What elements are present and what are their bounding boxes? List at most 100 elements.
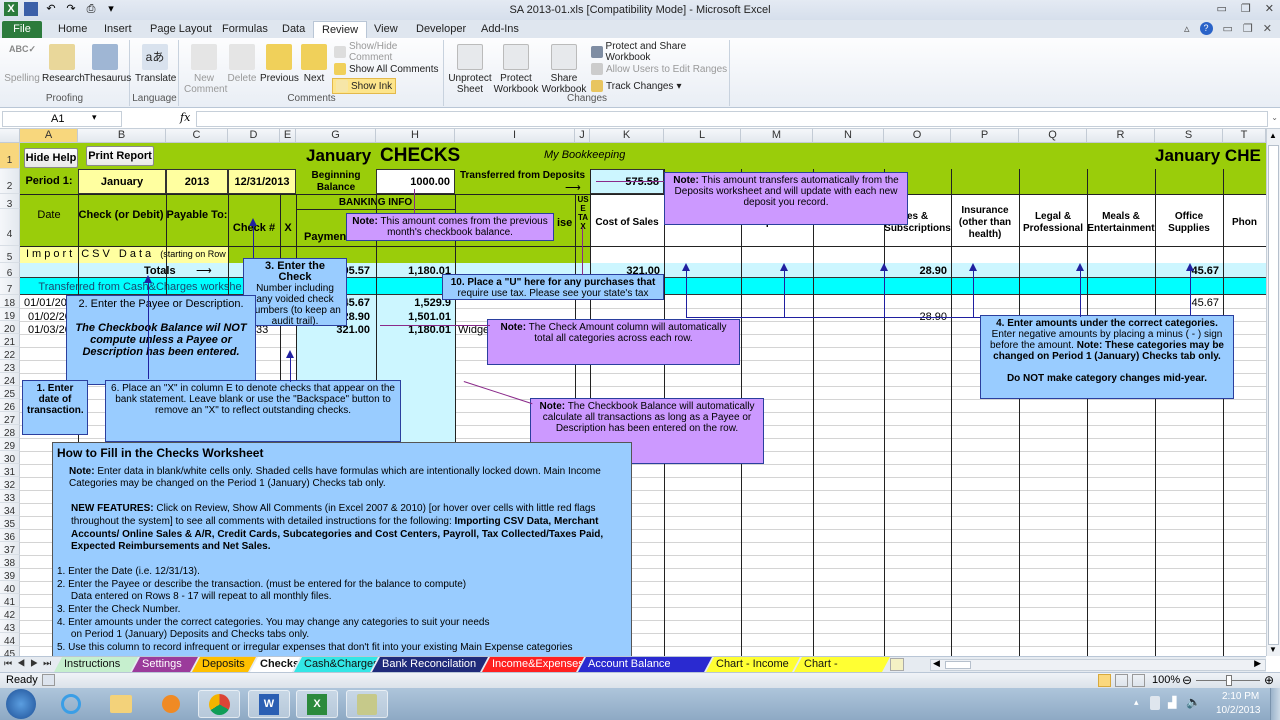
minimize-ribbon-icon[interactable]: ▵ (1184, 22, 1190, 35)
media-player-icon[interactable] (150, 690, 192, 718)
row-header[interactable]: 1 (0, 143, 20, 169)
tab-home[interactable]: Home (50, 21, 95, 38)
col-header-l[interactable]: L (664, 129, 741, 143)
row-header[interactable]: 32 (0, 477, 20, 491)
horizontal-scroll-thumb[interactable] (945, 661, 971, 669)
row-header[interactable]: 35 (0, 516, 20, 530)
row-header[interactable]: 6 (0, 263, 20, 279)
tab-formulas[interactable]: Formulas (214, 21, 276, 38)
row-header[interactable]: 36 (0, 529, 20, 543)
sheet-tab[interactable]: Account Balance Tracker (578, 657, 712, 672)
row-header[interactable]: 4 (0, 209, 20, 246)
zoom-slider-thumb[interactable] (1226, 675, 1232, 686)
col-header-m[interactable]: M (741, 129, 813, 143)
formula-input[interactable] (196, 111, 1268, 127)
row-header[interactable]: 44 (0, 633, 20, 647)
row-header[interactable]: 24 (0, 373, 20, 387)
minimize-icon[interactable]: ▭ (1217, 2, 1227, 15)
workbook-minimize-icon[interactable]: ▭ (1223, 22, 1233, 35)
share-workbook-button[interactable]: Share Workbook (541, 44, 587, 95)
close-icon[interactable]: ✕ (1265, 2, 1274, 15)
translate-button[interactable]: aあ Translate (135, 44, 176, 84)
show-desktop-button[interactable] (1270, 688, 1280, 720)
scroll-up-icon[interactable]: ▲ (1269, 131, 1277, 140)
col-header-g[interactable]: G (296, 129, 376, 143)
row-header[interactable]: 7 (0, 278, 20, 295)
sheet-nav-buttons[interactable]: ⏮◀▶⏭ (4, 658, 56, 669)
show-hide-comment-button[interactable]: Show/Hide Comment (334, 41, 443, 63)
help-icon[interactable]: ? (1199, 22, 1213, 35)
vertical-scroll-thumb[interactable] (1268, 145, 1279, 645)
row-header[interactable]: 41 (0, 594, 20, 608)
sheet-tab[interactable]: Chart - Income (706, 657, 800, 672)
col-header-q[interactable]: Q (1019, 129, 1087, 143)
power-icon[interactable] (1150, 696, 1160, 710)
row20-date[interactable]: 01/03/20 (28, 324, 71, 336)
row-header[interactable]: 27 (0, 412, 20, 426)
sheet-tab[interactable]: Chart - Expenses (794, 657, 890, 672)
workbook-close-icon[interactable]: ✕ (1263, 22, 1272, 35)
word-icon[interactable]: W (248, 690, 290, 718)
tab-review[interactable]: Review (313, 21, 368, 38)
restore-icon[interactable]: ❐ (1241, 2, 1251, 15)
sheet-tab[interactable]: Bank Reconcilation (372, 657, 488, 672)
row-header[interactable]: 3 (0, 194, 20, 210)
unprotect-sheet-button[interactable]: Unprotect Sheet (447, 44, 493, 95)
allow-users-edit-ranges-button[interactable]: Allow Users to Edit Ranges (591, 61, 727, 77)
expand-formula-bar-icon[interactable]: ⌄ (1271, 113, 1278, 122)
col-header-r[interactable]: R (1087, 129, 1155, 143)
period-date[interactable]: 12/31/2013 (228, 169, 296, 194)
row-header[interactable]: 34 (0, 503, 20, 517)
row-header[interactable]: 31 (0, 464, 20, 478)
new-comment-button[interactable]: New Comment (184, 44, 227, 95)
row-header[interactable]: 42 (0, 607, 20, 621)
sheet-tab[interactable]: Checks (250, 657, 300, 672)
tab-developer[interactable]: Developer (408, 21, 474, 38)
volume-icon[interactable]: 🔈 (1186, 695, 1201, 709)
row-header[interactable]: 39 (0, 568, 20, 582)
beginning-balance-value[interactable]: 1000.00 (376, 169, 455, 194)
row-header[interactable]: 25 (0, 386, 20, 400)
col-header-e[interactable]: E (280, 129, 296, 143)
internet-explorer-icon[interactable] (50, 690, 92, 718)
spelling-button[interactable]: ABC✓ Spelling (4, 44, 40, 84)
row-header[interactable]: 26 (0, 399, 20, 413)
row19-date[interactable]: 01/02/20 (28, 311, 71, 323)
sheet-tab[interactable]: Income&Expenses (482, 657, 584, 672)
col-header-a[interactable]: A (20, 129, 78, 143)
name-box-dropdown-icon[interactable]: ▾ (92, 112, 97, 123)
tab-data[interactable]: Data (274, 21, 313, 38)
col-header-s[interactable]: S (1155, 129, 1223, 143)
spreadsheet-grid[interactable]: A B C D E G H I J K L M N O P Q R S T 12… (0, 129, 1266, 656)
sheet-tab[interactable]: Cash&Charges (294, 657, 378, 672)
row-header[interactable]: 40 (0, 581, 20, 595)
scroll-down-icon[interactable]: ▼ (1269, 645, 1277, 654)
file-explorer-icon[interactable] (100, 690, 142, 718)
tab-insert[interactable]: Insert (96, 21, 140, 38)
excel-icon[interactable]: X (296, 690, 338, 718)
row-header[interactable]: 45 (0, 646, 20, 656)
zoom-out-icon[interactable]: ⊖ (1182, 673, 1192, 688)
col-header-b[interactable]: B (78, 129, 166, 143)
row-header[interactable]: 20 (0, 321, 20, 335)
insert-worksheet-icon[interactable] (890, 658, 904, 671)
row-header[interactable]: 33 (0, 490, 20, 504)
col-header-o[interactable]: O (884, 129, 951, 143)
show-all-comments-button[interactable]: Show All Comments (334, 61, 438, 77)
network-icon[interactable]: ▟ (1168, 696, 1176, 709)
sheet-tab[interactable]: Settings (132, 657, 198, 672)
row-header[interactable]: 19 (0, 308, 20, 322)
row-header[interactable]: 2 (0, 169, 20, 194)
row-header[interactable]: 37 (0, 542, 20, 556)
other-app-icon[interactable] (346, 690, 388, 718)
row-header[interactable]: 22 (0, 347, 20, 361)
row18-date[interactable]: 01/01/20 (24, 297, 67, 309)
tab-page-layout[interactable]: Page Layout (142, 21, 220, 38)
scroll-right-icon[interactable]: ▶ (1254, 658, 1261, 669)
normal-view-icon[interactable] (1098, 674, 1111, 687)
sheet-tab[interactable]: Instructions (54, 657, 138, 672)
col-header-d[interactable]: D (228, 129, 280, 143)
col-header-j[interactable]: J (575, 129, 590, 143)
delete-comment-button[interactable]: Delete (226, 44, 258, 84)
row-header[interactable]: 23 (0, 360, 20, 374)
